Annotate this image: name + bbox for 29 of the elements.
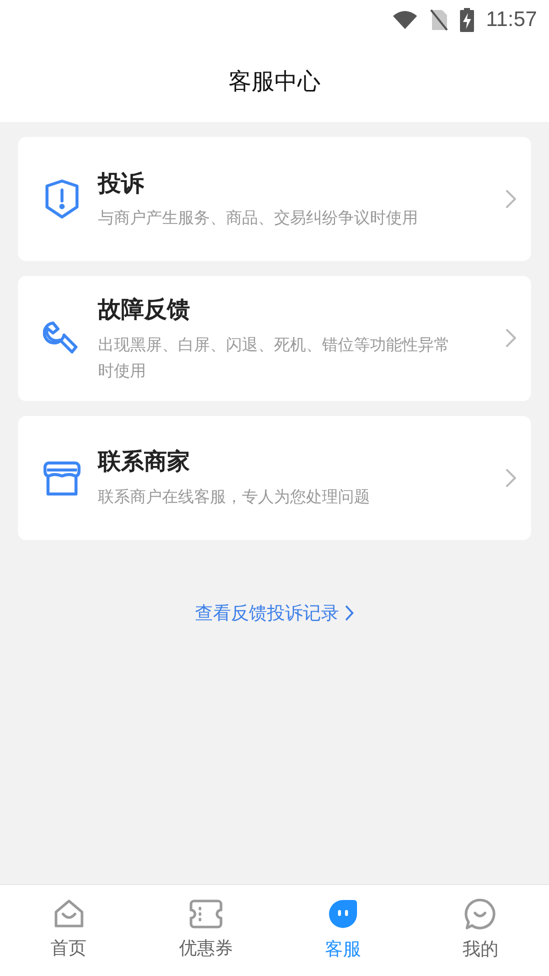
wifi-icon — [392, 10, 418, 30]
option-card[interactable]: 故障反馈 出现黑屏、白屏、闪退、死机、错位等功能性异常时使用 — [18, 276, 531, 400]
option-card[interactable]: 联系商家 联系商户在线客服，专人为您处理问题 — [18, 416, 531, 540]
option-title: 投诉 — [98, 168, 145, 198]
chevron-right-icon — [505, 189, 517, 209]
status-time: 11:57 — [486, 7, 537, 34]
tab-bar-item[interactable]: 首页 — [0, 885, 138, 976]
option-title: 故障反馈 — [98, 295, 191, 324]
store-icon — [43, 460, 81, 496]
shield-alert-icon — [45, 179, 79, 219]
chevron-right-icon — [345, 605, 354, 621]
option-description: 联系商户在线客服，专人为您处理问题 — [98, 488, 371, 508]
records-link[interactable]: 查看反馈投诉记录 — [195, 600, 354, 626]
option-description: 与商户产生服务、商品、交易纠纷争议时使用 — [98, 208, 419, 230]
home-icon — [52, 899, 85, 929]
chat-bubble-face-icon — [327, 898, 360, 930]
tab-bar-item[interactable]: 优惠券 — [137, 885, 274, 976]
tab-bar-item[interactable]: 客服 — [274, 885, 412, 976]
ticket-icon — [188, 899, 223, 929]
option-card[interactable]: 投诉 与商户产生服务、商品、交易纠纷争议时使用 — [18, 137, 531, 261]
option-title: 联系商家 — [98, 447, 191, 476]
chevron-right-icon — [505, 328, 517, 348]
page-title: 客服中心 — [228, 66, 320, 96]
option-description: 出现黑屏、白屏、闪退、死机、错位等功能性异常时使用 — [98, 336, 451, 382]
no-sim-icon — [430, 9, 448, 31]
chevron-right-icon — [505, 468, 517, 488]
tab-bar-item[interactable]: 我的 — [412, 885, 549, 976]
chat-smile-icon — [464, 898, 496, 930]
battery-charging-icon — [460, 8, 474, 32]
